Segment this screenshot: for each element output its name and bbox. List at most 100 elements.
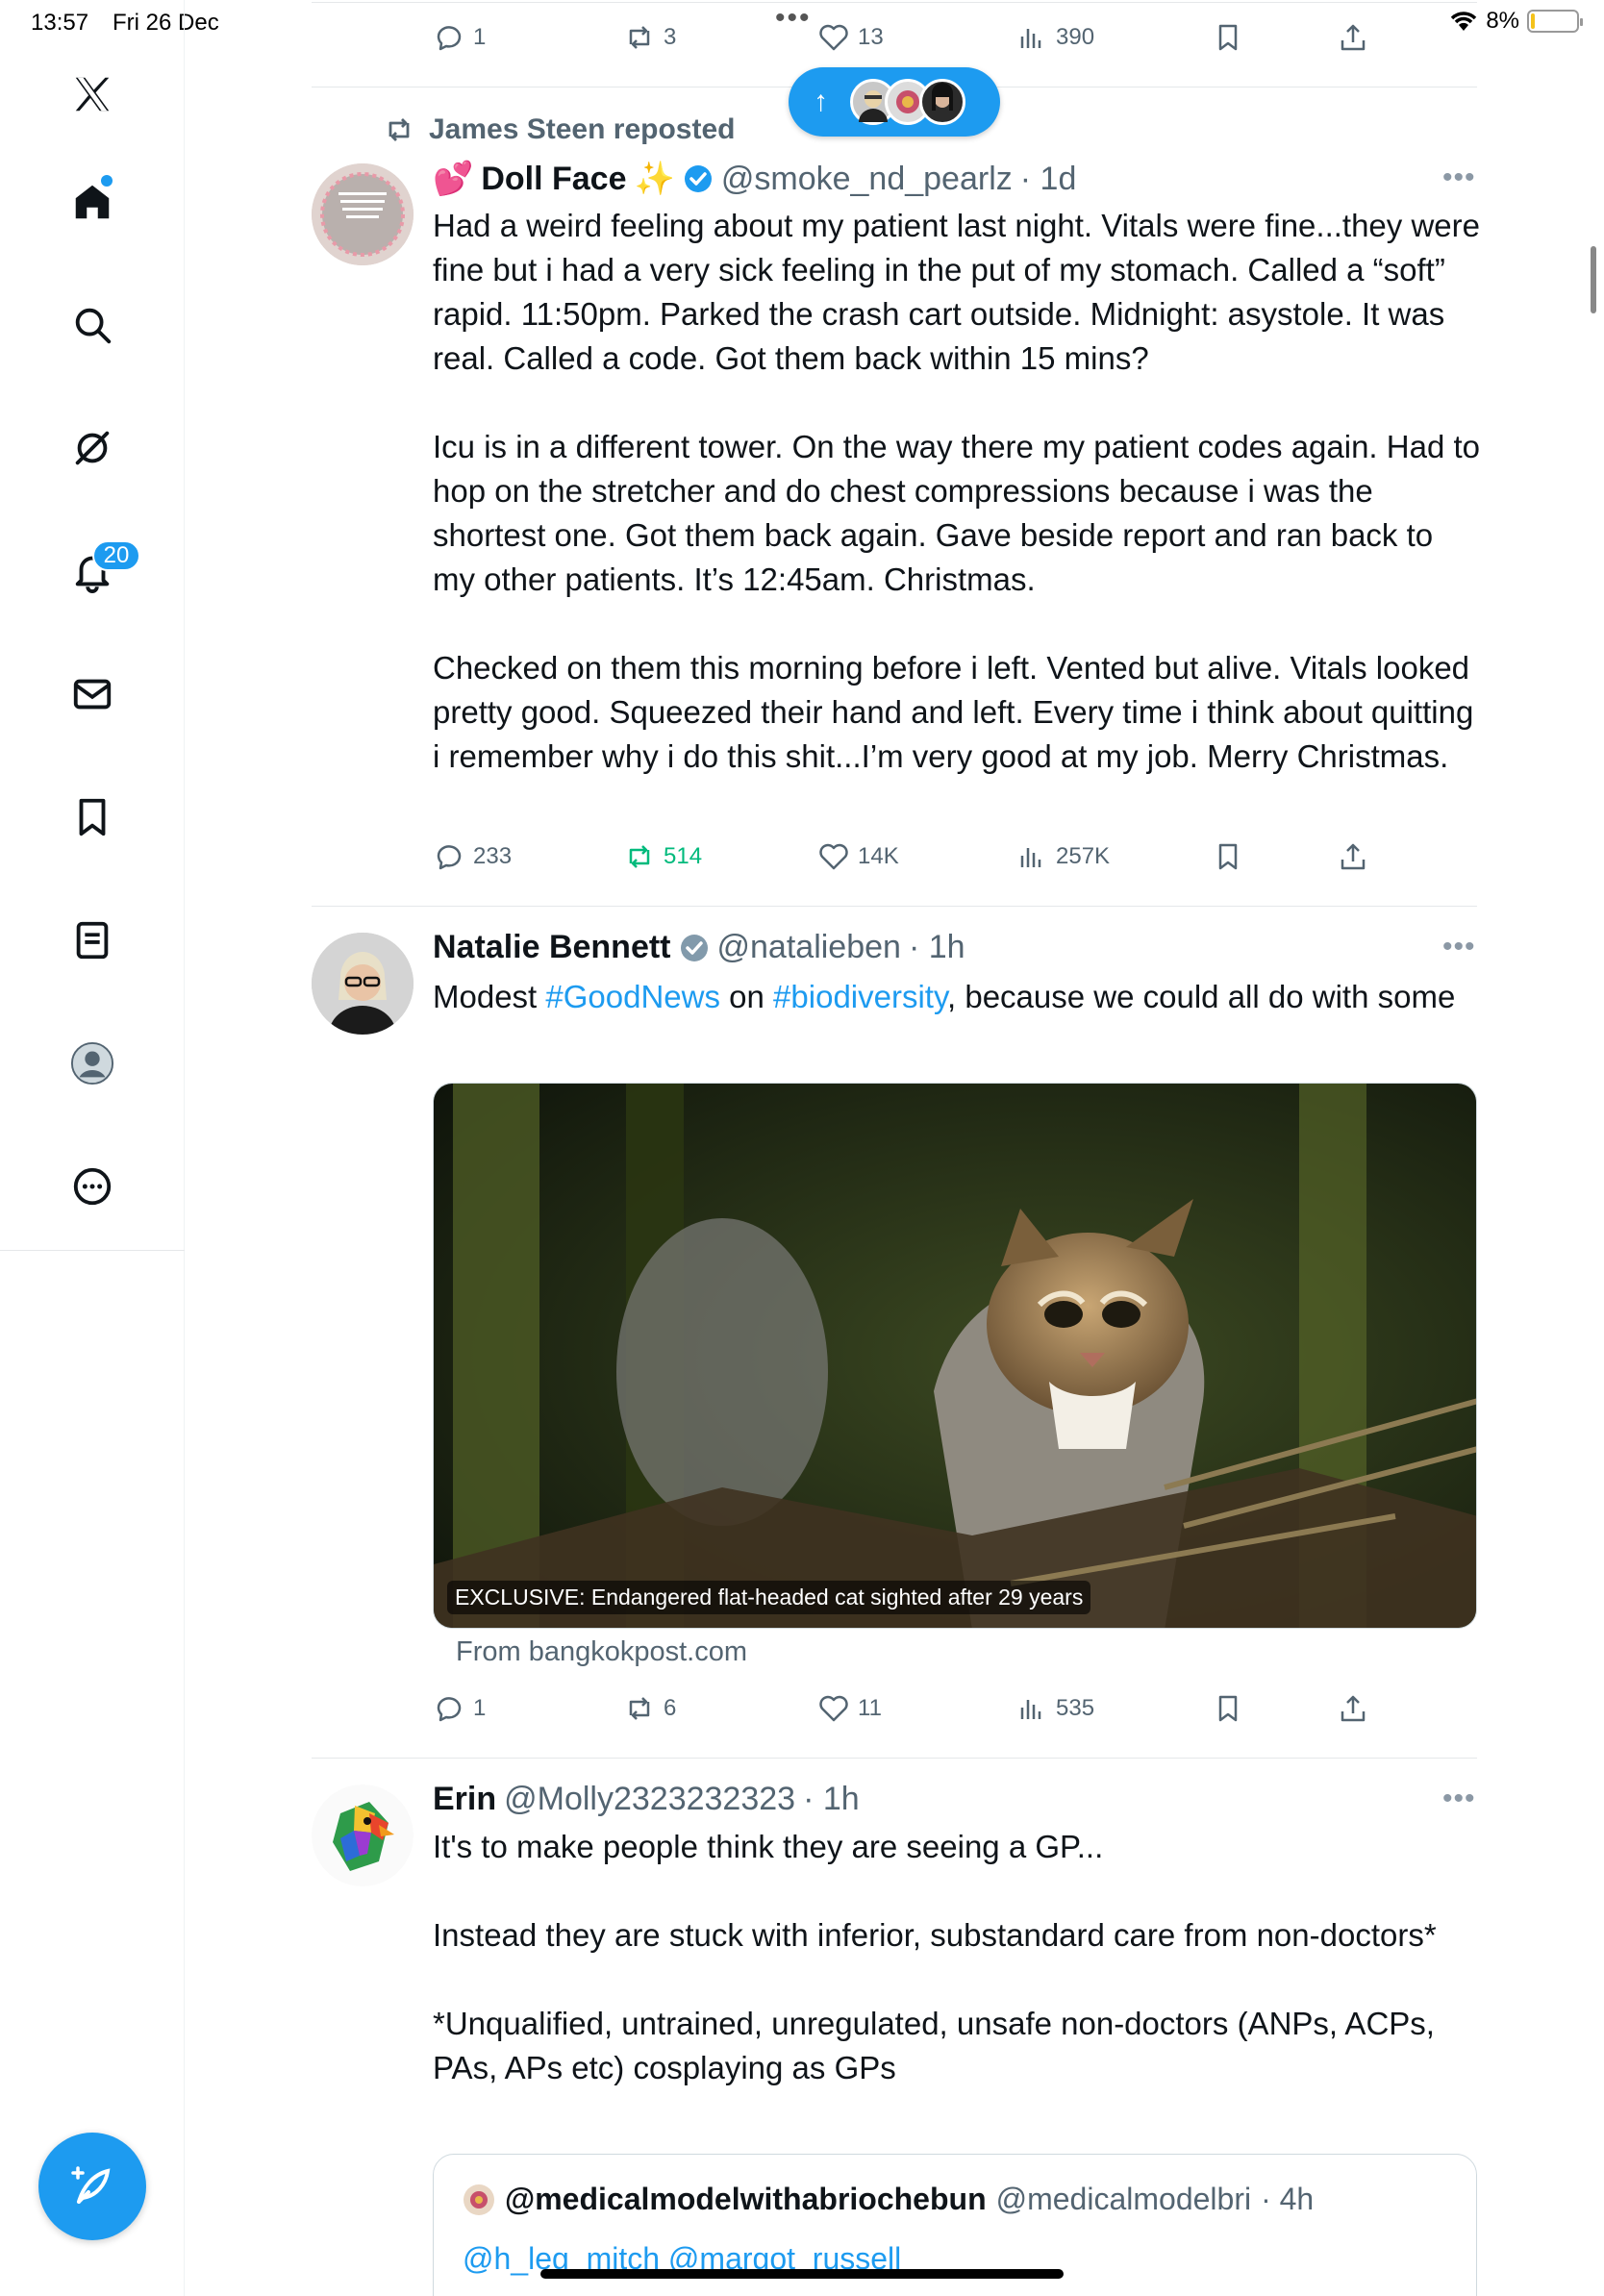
battery-level xyxy=(1531,13,1535,29)
avatar[interactable] xyxy=(312,933,414,1035)
handle[interactable]: @smoke_nd_pearlz xyxy=(721,161,1013,198)
home-indicator[interactable] xyxy=(540,2269,1064,2279)
timestamp[interactable]: · 1h xyxy=(803,1781,860,1818)
heart-icon xyxy=(819,1695,848,1722)
like-button[interactable]: 11 xyxy=(817,1692,882,1725)
text-segment: on xyxy=(720,979,774,1014)
status-right: 8% xyxy=(1449,8,1583,35)
avatar[interactable] xyxy=(312,163,414,265)
quoted-handle[interactable]: @medicalmodelbri xyxy=(996,2182,1251,2217)
repost-icon xyxy=(629,845,650,868)
text-segment: , because we could all do with some xyxy=(947,979,1456,1014)
share-icon xyxy=(1341,24,1366,51)
tweet-text: Had a weird feeling about my patient las… xyxy=(433,208,1480,774)
repost-count: 514 xyxy=(664,843,703,869)
like-button[interactable]: 14K xyxy=(817,840,899,873)
home-icon[interactable] xyxy=(62,171,123,233)
repost-button[interactable]: 6 xyxy=(623,1692,676,1725)
sidebar: 20 xyxy=(0,0,185,2296)
x-logo-icon[interactable] xyxy=(62,63,123,125)
avatar[interactable] xyxy=(312,1784,414,1886)
reply-icon xyxy=(437,1697,462,1722)
verified-badge-icon xyxy=(680,934,708,961)
bookmark-icon xyxy=(1218,1695,1238,1722)
more-options-icon[interactable]: ••• xyxy=(1442,162,1476,194)
wifi-icon xyxy=(1451,12,1477,31)
name-emoji-prefix: 💕 xyxy=(433,161,474,197)
timestamp[interactable]: · 1h xyxy=(909,929,965,966)
reply-button[interactable]: 233 xyxy=(433,840,512,873)
display-name[interactable]: Natalie Bennett xyxy=(433,929,671,966)
more-options-icon[interactable]: ••• xyxy=(1442,931,1476,963)
quoted-display-name[interactable]: @medicalmodelwithabriochebun xyxy=(505,2182,987,2217)
new-posts-pill[interactable]: ↑ xyxy=(789,67,1000,137)
reply-button[interactable]: 1 xyxy=(433,21,486,54)
heart-icon xyxy=(819,843,848,870)
views-button[interactable]: 257K xyxy=(1015,840,1110,873)
repost-icon xyxy=(629,26,650,49)
profile-icon[interactable] xyxy=(62,1033,123,1094)
top-tweet-actions: 1 3 13 390 xyxy=(433,21,1394,60)
share-button[interactable] xyxy=(1337,1692,1369,1725)
views-button[interactable]: 390 xyxy=(1015,21,1094,54)
repost-count: 6 xyxy=(664,1695,677,1721)
like-count: 14K xyxy=(858,843,899,869)
bookmark-icon xyxy=(1218,843,1238,870)
bookmark-button[interactable] xyxy=(1212,21,1244,54)
repost-by-label: James Steen reposted xyxy=(429,113,736,145)
like-button[interactable]: 13 xyxy=(817,21,884,54)
views-icon xyxy=(1020,29,1041,48)
views-count: 390 xyxy=(1056,24,1095,50)
bookmark-icon xyxy=(1218,24,1238,51)
messages-icon[interactable] xyxy=(62,663,123,725)
tweet-header: Erin @Molly2323232323 · 1h xyxy=(433,1781,860,1818)
tweet-actions: 1 6 11 535 xyxy=(433,1692,1394,1731)
scrollbar[interactable] xyxy=(1591,246,1596,313)
bookmark-button[interactable] xyxy=(1212,840,1244,873)
share-button[interactable] xyxy=(1337,21,1369,54)
repost-button[interactable]: 3 xyxy=(623,21,676,54)
bookmarks-icon[interactable] xyxy=(62,786,123,848)
handle[interactable]: @Molly2323232323 xyxy=(504,1781,795,1818)
tweet-text: It's to make people think they are seein… xyxy=(433,1829,1437,2085)
views-count: 535 xyxy=(1056,1695,1095,1721)
repost-button[interactable]: 514 xyxy=(623,840,702,873)
reply-count: 1 xyxy=(473,24,487,50)
repost-icon xyxy=(388,118,410,141)
verified-badge-icon xyxy=(684,165,712,192)
hashtag-link[interactable]: #biodiversity xyxy=(773,979,947,1014)
like-count: 13 xyxy=(858,24,884,50)
views-button[interactable]: 535 xyxy=(1015,1692,1094,1725)
handle[interactable]: @natalieben xyxy=(717,929,901,966)
tweet-header: Natalie Bennett @natalieben · 1h xyxy=(433,929,965,966)
repost-indicator[interactable]: James Steen reposted xyxy=(383,113,735,146)
display-name[interactable]: Doll Face xyxy=(481,161,626,198)
link-card-image[interactable]: EXCLUSIVE: Endangered flat-headed cat si… xyxy=(433,1083,1477,1629)
divider xyxy=(312,1758,1477,1759)
more-icon[interactable] xyxy=(62,1156,123,1217)
bookmark-button[interactable] xyxy=(1212,1692,1244,1725)
reply-icon xyxy=(437,845,462,870)
divider xyxy=(312,906,1477,907)
sidebar-divider xyxy=(0,1250,185,1251)
reply-count: 1 xyxy=(473,1695,487,1721)
views-icon xyxy=(1020,1700,1041,1719)
link-card-title[interactable]: EXCLUSIVE: Endangered flat-headed cat si… xyxy=(447,1581,1091,1614)
timestamp[interactable]: · 1d xyxy=(1020,161,1077,198)
tweet-text: Modest #GoodNews on #biodiversity, becau… xyxy=(433,975,1481,1019)
reply-button[interactable]: 1 xyxy=(433,1692,486,1725)
more-options-icon[interactable]: ••• xyxy=(1442,1783,1476,1815)
search-icon[interactable] xyxy=(62,294,123,356)
views-icon xyxy=(1020,848,1041,867)
share-button[interactable] xyxy=(1337,840,1369,873)
lists-icon[interactable] xyxy=(62,910,123,971)
hashtag-link[interactable]: #GoodNews xyxy=(545,979,720,1014)
tweet-header: 💕 Doll Face ✨ @smoke_nd_pearlz · 1d xyxy=(433,160,1076,198)
reply-icon xyxy=(437,26,462,51)
compose-button[interactable] xyxy=(38,2133,146,2240)
pill-avatar xyxy=(919,79,965,125)
grok-icon[interactable] xyxy=(62,417,123,479)
arrow-up-icon: ↑ xyxy=(814,86,828,117)
display-name[interactable]: Erin xyxy=(433,1781,496,1818)
link-source[interactable]: From bangkokpost.com xyxy=(456,1636,747,1668)
